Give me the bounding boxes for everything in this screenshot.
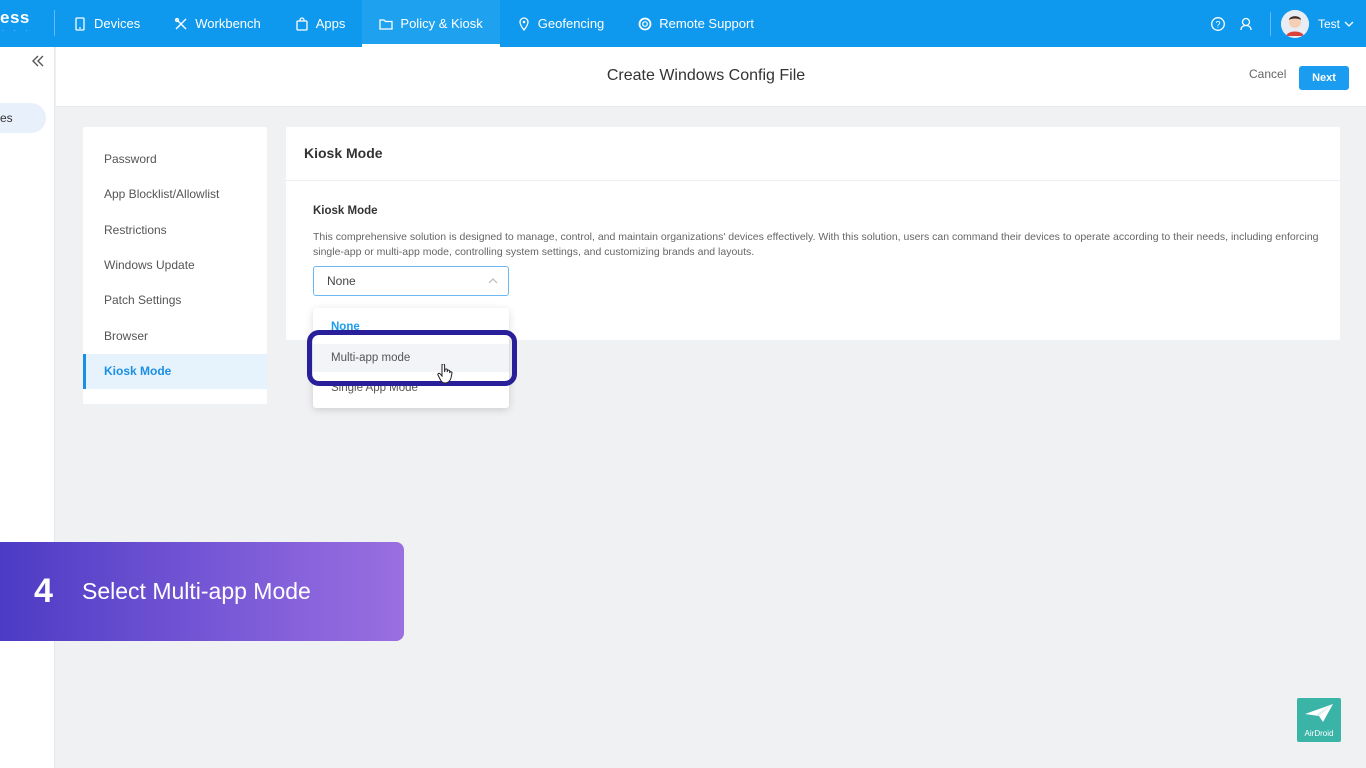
- menu-item-kiosk-mode[interactable]: Kiosk Mode: [83, 354, 267, 389]
- section-title: Kiosk Mode: [304, 145, 383, 161]
- user-avatar-icon: [1280, 9, 1309, 38]
- menu-item-browser[interactable]: Browser: [83, 319, 267, 354]
- chevron-down-icon[interactable]: [1344, 19, 1354, 29]
- menu-item-app-blocklist[interactable]: App Blocklist/Allowlist: [83, 177, 267, 212]
- nav-geofencing-label: Geofencing: [537, 16, 605, 31]
- menu-item-windows-update[interactable]: Windows Update: [83, 248, 267, 283]
- collapse-sidebar-icon[interactable]: [30, 53, 46, 69]
- nav-geofencing[interactable]: Geofencing: [500, 0, 622, 47]
- hand-cursor-icon: [437, 364, 453, 384]
- brand-logo[interactable]: ess: [0, 8, 30, 28]
- select-value: None: [327, 274, 356, 288]
- divider: [1269, 11, 1271, 36]
- step-text: Select Multi-app Mode: [82, 578, 311, 604]
- tutorial-step-banner: 4 Select Multi-app Mode: [0, 542, 404, 641]
- user-name[interactable]: Test: [1318, 17, 1340, 31]
- field-label: Kiosk Mode: [313, 205, 378, 217]
- watermark-text: AirDroid: [1304, 729, 1334, 738]
- chevron-up-icon: [488, 278, 498, 284]
- main-nav: Devices Workbench Apps Policy & Kiosk Ge…: [56, 0, 771, 47]
- sidebar-item-label: es: [0, 111, 13, 125]
- cancel-button[interactable]: Cancel: [1249, 67, 1286, 81]
- field-description: This comprehensive solution is designed …: [313, 231, 1319, 258]
- nav-policy-kiosk[interactable]: Policy & Kiosk: [362, 0, 500, 47]
- brand-logo-subtext: · · ·: [2, 28, 32, 34]
- next-button[interactable]: Next: [1299, 66, 1349, 90]
- paper-plane-icon: [1305, 704, 1333, 722]
- nav-workbench-label: Workbench: [195, 16, 261, 31]
- step-number: 4: [34, 572, 53, 610]
- nav-apps[interactable]: Apps: [278, 0, 363, 47]
- nav-workbench[interactable]: Workbench: [157, 0, 278, 47]
- menu-item-restrictions[interactable]: Restrictions: [83, 213, 267, 248]
- settings-menu: Password App Blocklist/Allowlist Restric…: [83, 127, 267, 404]
- nav-devices[interactable]: Devices: [56, 0, 157, 47]
- page-header: Create Windows Config File Cancel Next: [56, 47, 1366, 107]
- bag-icon: [296, 16, 308, 31]
- nav-devices-label: Devices: [94, 16, 141, 31]
- highlight-ring: [307, 330, 517, 386]
- tools-icon: [175, 17, 187, 29]
- support-agent-icon[interactable]: [1238, 16, 1254, 32]
- left-sidebar: es: [0, 47, 55, 768]
- menu-item-patch-settings[interactable]: Patch Settings: [83, 283, 267, 318]
- page-title: Create Windows Config File: [606, 67, 806, 84]
- help-icon[interactable]: ?: [1210, 16, 1226, 32]
- tablet-icon: [75, 16, 85, 31]
- nav-policy-kiosk-label: Policy & Kiosk: [400, 16, 483, 31]
- airdroid-watermark: AirDroid: [1297, 698, 1341, 742]
- nav-remote-support-label: Remote Support: [659, 16, 754, 31]
- kiosk-mode-select[interactable]: None: [313, 266, 509, 296]
- location-icon: [519, 16, 529, 31]
- avatar[interactable]: [1280, 9, 1309, 38]
- nav-apps-label: Apps: [315, 16, 346, 31]
- lifebuoy-icon: [638, 17, 652, 30]
- menu-item-password[interactable]: Password: [83, 142, 267, 177]
- top-navigation-bar: ess · · · Devices Workbench Apps Policy …: [0, 0, 1366, 47]
- divider: [286, 180, 1340, 181]
- top-right-controls: ? Test: [1210, 0, 1366, 47]
- folder-icon: [379, 18, 394, 30]
- nav-remote-support[interactable]: Remote Support: [621, 0, 771, 47]
- svg-text:?: ?: [1215, 19, 1220, 29]
- divider: [54, 10, 55, 36]
- sidebar-item-active[interactable]: es: [0, 103, 46, 133]
